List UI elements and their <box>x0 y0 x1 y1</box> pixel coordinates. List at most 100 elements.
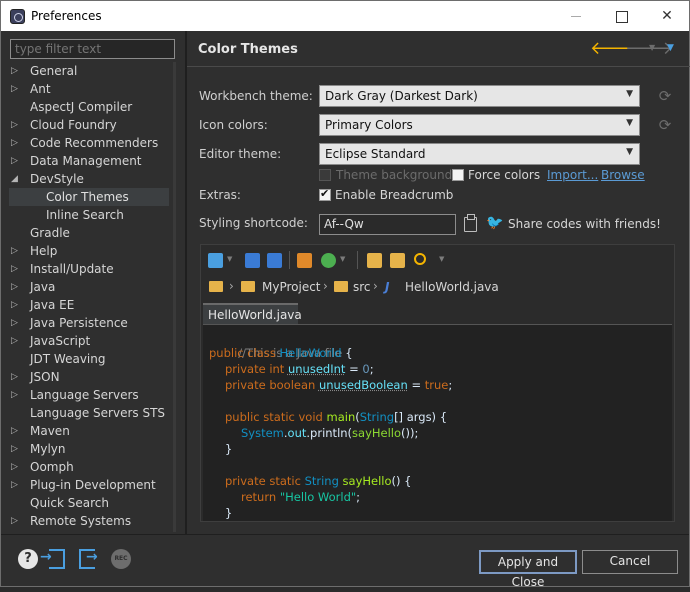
editor-tab[interactable]: HelloWorld.java <box>203 303 302 324</box>
chevron-right-icon[interactable]: ▷ <box>11 116 18 134</box>
tree-item[interactable]: ▷ Cloud Foundry <box>9 116 169 134</box>
maximize-button[interactable] <box>599 1 645 31</box>
share-codes-text[interactable]: Share codes with friends! <box>508 217 661 231</box>
chevron-right-icon[interactable]: ▷ <box>11 386 18 404</box>
tree-item-label: DevStyle <box>30 172 84 186</box>
import-link[interactable]: Import... <box>547 168 598 182</box>
open-type-icon[interactable] <box>390 253 405 268</box>
tree-item[interactable]: ▷ Maven <box>9 422 169 440</box>
tree-item[interactable]: ▷ Remote Systems <box>9 512 169 530</box>
clipboard-icon[interactable] <box>464 214 477 232</box>
window-title: Preferences <box>31 9 102 23</box>
chevron-right-icon[interactable]: ▷ <box>11 476 18 494</box>
tree-item-label: Inline Search <box>46 208 124 222</box>
chevron-down-icon[interactable]: ▼ <box>340 255 345 263</box>
chevron-right-icon[interactable]: ▷ <box>11 332 18 350</box>
new-package-icon[interactable] <box>297 253 312 268</box>
tree-item[interactable]: Gradle <box>9 224 169 242</box>
chevron-right-icon[interactable]: ▷ <box>11 440 18 458</box>
tree-item[interactable]: ▷ Plug-in Development <box>9 476 169 494</box>
refresh-icon[interactable]: ⟳ <box>657 117 673 133</box>
chevron-down-icon[interactable]: ▼ <box>439 255 444 263</box>
import-icon[interactable] <box>40 549 65 569</box>
cancel-button[interactable]: Cancel <box>582 550 678 574</box>
chevron-right-icon[interactable]: ▷ <box>11 458 18 476</box>
tree-item-label: JSON <box>30 370 60 384</box>
chevron-right-icon[interactable]: ▷ <box>11 314 18 332</box>
tree-item[interactable]: ▷ Install/Update <box>9 260 169 278</box>
chevron-right-icon[interactable]: ▷ <box>11 242 18 260</box>
tree-item[interactable]: ▷ Java <box>9 278 169 296</box>
editor-theme-select[interactable]: Eclipse Standard ▼ <box>319 143 640 165</box>
chevron-right-icon[interactable]: ▷ <box>11 512 18 530</box>
force-colors-checkbox[interactable] <box>452 169 464 181</box>
view-menu-icon[interactable]: ▼ <box>667 43 674 53</box>
chevron-right-icon[interactable]: ▷ <box>11 296 18 314</box>
record-icon[interactable]: REC <box>111 549 131 569</box>
workbench-theme-select[interactable]: Dark Gray (Darkest Dark) ▼ <box>319 85 640 107</box>
filter-input[interactable] <box>10 39 175 59</box>
chevron-right-icon[interactable]: ▷ <box>11 260 18 278</box>
chevron-right-icon[interactable]: ▷ <box>11 134 18 152</box>
code-editor[interactable]: //This is a Java file public class Hello… <box>203 325 672 521</box>
tree-item[interactable]: ▷ Data Management <box>9 152 169 170</box>
close-window-button[interactable]: ✕ <box>644 1 690 31</box>
chevron-right-icon[interactable]: ▷ <box>11 152 18 170</box>
forward-dropdown-icon[interactable]: ▼ <box>649 43 655 52</box>
tree-item[interactable]: ▷ Mylyn <box>9 440 169 458</box>
chevron-down-icon: ▼ <box>626 147 633 157</box>
tree-item[interactable]: ◢ DevStyle <box>9 170 169 188</box>
tree-item-label: Color Themes <box>46 190 129 204</box>
tree-item[interactable]: Quick Search <box>9 494 169 512</box>
tree-item[interactable]: ▷ Java Persistence <box>9 314 169 332</box>
help-icon[interactable]: ? <box>18 549 38 569</box>
tree-item[interactable]: ▷ Java EE <box>9 296 169 314</box>
source-folder-icon <box>334 281 348 292</box>
tree-item[interactable]: ▷ Ant <box>9 80 169 98</box>
tree-item[interactable]: JDT Weaving <box>9 350 169 368</box>
apply-and-close-button[interactable]: Apply and Close <box>479 550 577 589</box>
open-folder-icon[interactable] <box>367 253 382 268</box>
breadcrumb-file[interactable]: HelloWorld.java <box>405 280 499 294</box>
pane-splitter[interactable] <box>185 31 187 534</box>
tree-item-label: Gradle <box>30 226 70 240</box>
tree-item-label: Data Management <box>30 154 142 168</box>
minimize-button[interactable] <box>553 1 599 31</box>
tree-item-label: Remote Systems <box>30 514 132 528</box>
tree-item[interactable]: Color Themes <box>9 188 169 206</box>
tree-item[interactable]: Language Servers STS <box>9 404 169 422</box>
tree-item[interactable]: ▷ Help <box>9 242 169 260</box>
refresh-icon[interactable]: ⟳ <box>657 88 673 104</box>
tree-item[interactable]: AspectJ Compiler <box>9 98 169 116</box>
tree-scrollbar[interactable] <box>173 62 176 532</box>
styling-shortcode-input[interactable]: Af--Qw <box>319 214 456 235</box>
breadcrumb-project[interactable]: MyProject <box>262 280 321 294</box>
tree-item-label: Ant <box>30 82 51 96</box>
export-icon[interactable] <box>79 549 98 569</box>
tree-item[interactable]: ▷ Oomph <box>9 458 169 476</box>
chevron-down-icon[interactable]: ▼ <box>227 255 232 263</box>
enable-breadcrumb-checkbox[interactable] <box>319 187 331 201</box>
chevron-down-icon[interactable]: ◢ <box>11 170 18 188</box>
new-icon[interactable] <box>208 253 223 268</box>
tree-item[interactable]: Inline Search <box>9 206 169 224</box>
tree-item[interactable]: ▷ JavaScript <box>9 332 169 350</box>
search-icon[interactable] <box>414 253 426 265</box>
save-all-icon[interactable] <box>267 253 282 268</box>
tree-item[interactable]: ▷ JSON <box>9 368 169 386</box>
new-class-icon[interactable] <box>321 253 336 268</box>
chevron-right-icon[interactable]: ▷ <box>11 80 18 98</box>
browse-link[interactable]: Browse <box>601 168 645 182</box>
tree-item[interactable]: ▷ Code Recommenders <box>9 134 169 152</box>
chevron-right-icon[interactable]: ▷ <box>11 422 18 440</box>
chevron-right-icon[interactable]: ▷ <box>11 368 18 386</box>
save-icon[interactable] <box>245 253 260 268</box>
chevron-right-icon[interactable]: ▷ <box>11 62 18 80</box>
breadcrumb-folder[interactable]: src <box>353 280 371 294</box>
tree-item[interactable]: ▷ General <box>9 62 169 80</box>
twitter-icon[interactable]: 🐦 <box>486 215 503 231</box>
tree-item[interactable]: ▷ Language Servers <box>9 386 169 404</box>
icon-colors-select[interactable]: Primary Colors ▼ <box>319 114 640 136</box>
chevron-right-icon[interactable]: ▷ <box>11 278 18 296</box>
preview-toolbar: ▼ ▼ ▼ <box>201 245 674 275</box>
